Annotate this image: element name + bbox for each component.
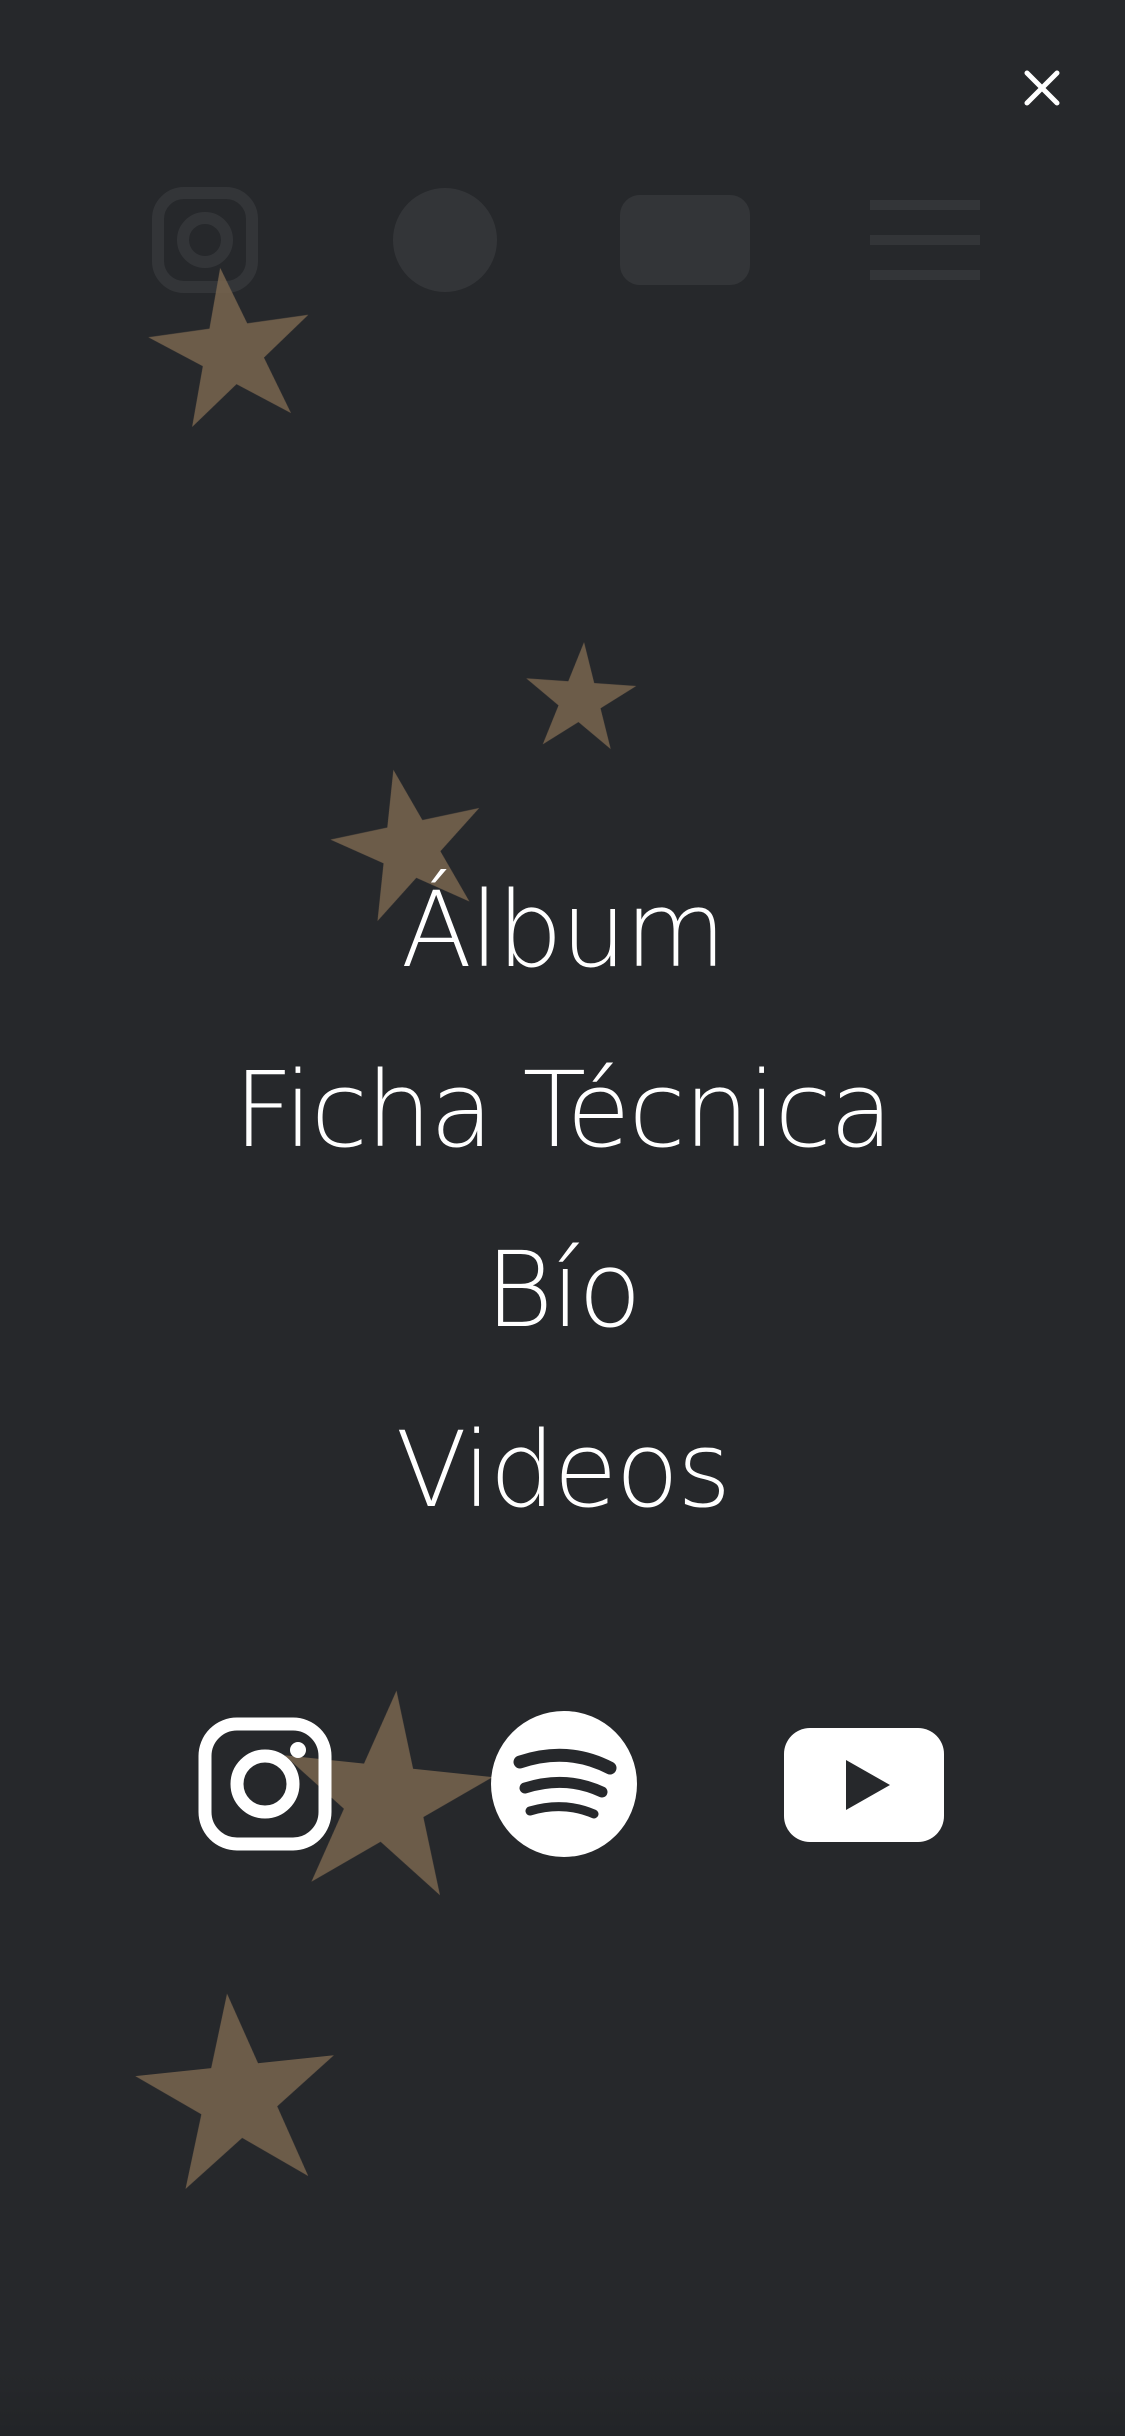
youtube-icon [784,1728,944,1842]
spotify-link[interactable] [490,1710,638,1858]
close-button[interactable] [1012,58,1072,118]
instagram-icon [198,1717,332,1851]
spotify-icon [491,1711,637,1857]
menu-item-videos[interactable]: Videos [396,1380,732,1560]
menu-item-album[interactable]: Álbum [401,840,726,1020]
youtube-link[interactable] [783,1727,945,1843]
instagram-link[interactable] [198,1717,332,1851]
close-icon [1024,70,1060,106]
instagram-icon [152,187,258,293]
menu-overlay-screen: Álbum Ficha Técnica Bío Videos [0,0,1125,2436]
menu-item-bio[interactable]: Bío [485,1200,642,1380]
bottom-fade [0,2370,1125,2436]
star-icon [127,1983,347,2193]
social-links [0,1705,1125,1865]
background-header [140,180,1000,300]
menu-item-ficha-tecnica[interactable]: Ficha Técnica [234,1020,894,1200]
spotify-icon [393,188,497,292]
youtube-icon [620,195,750,285]
main-menu: Álbum Ficha Técnica Bío Videos [0,840,1125,1560]
hamburger-icon [870,200,980,280]
star-icon [521,638,640,751]
